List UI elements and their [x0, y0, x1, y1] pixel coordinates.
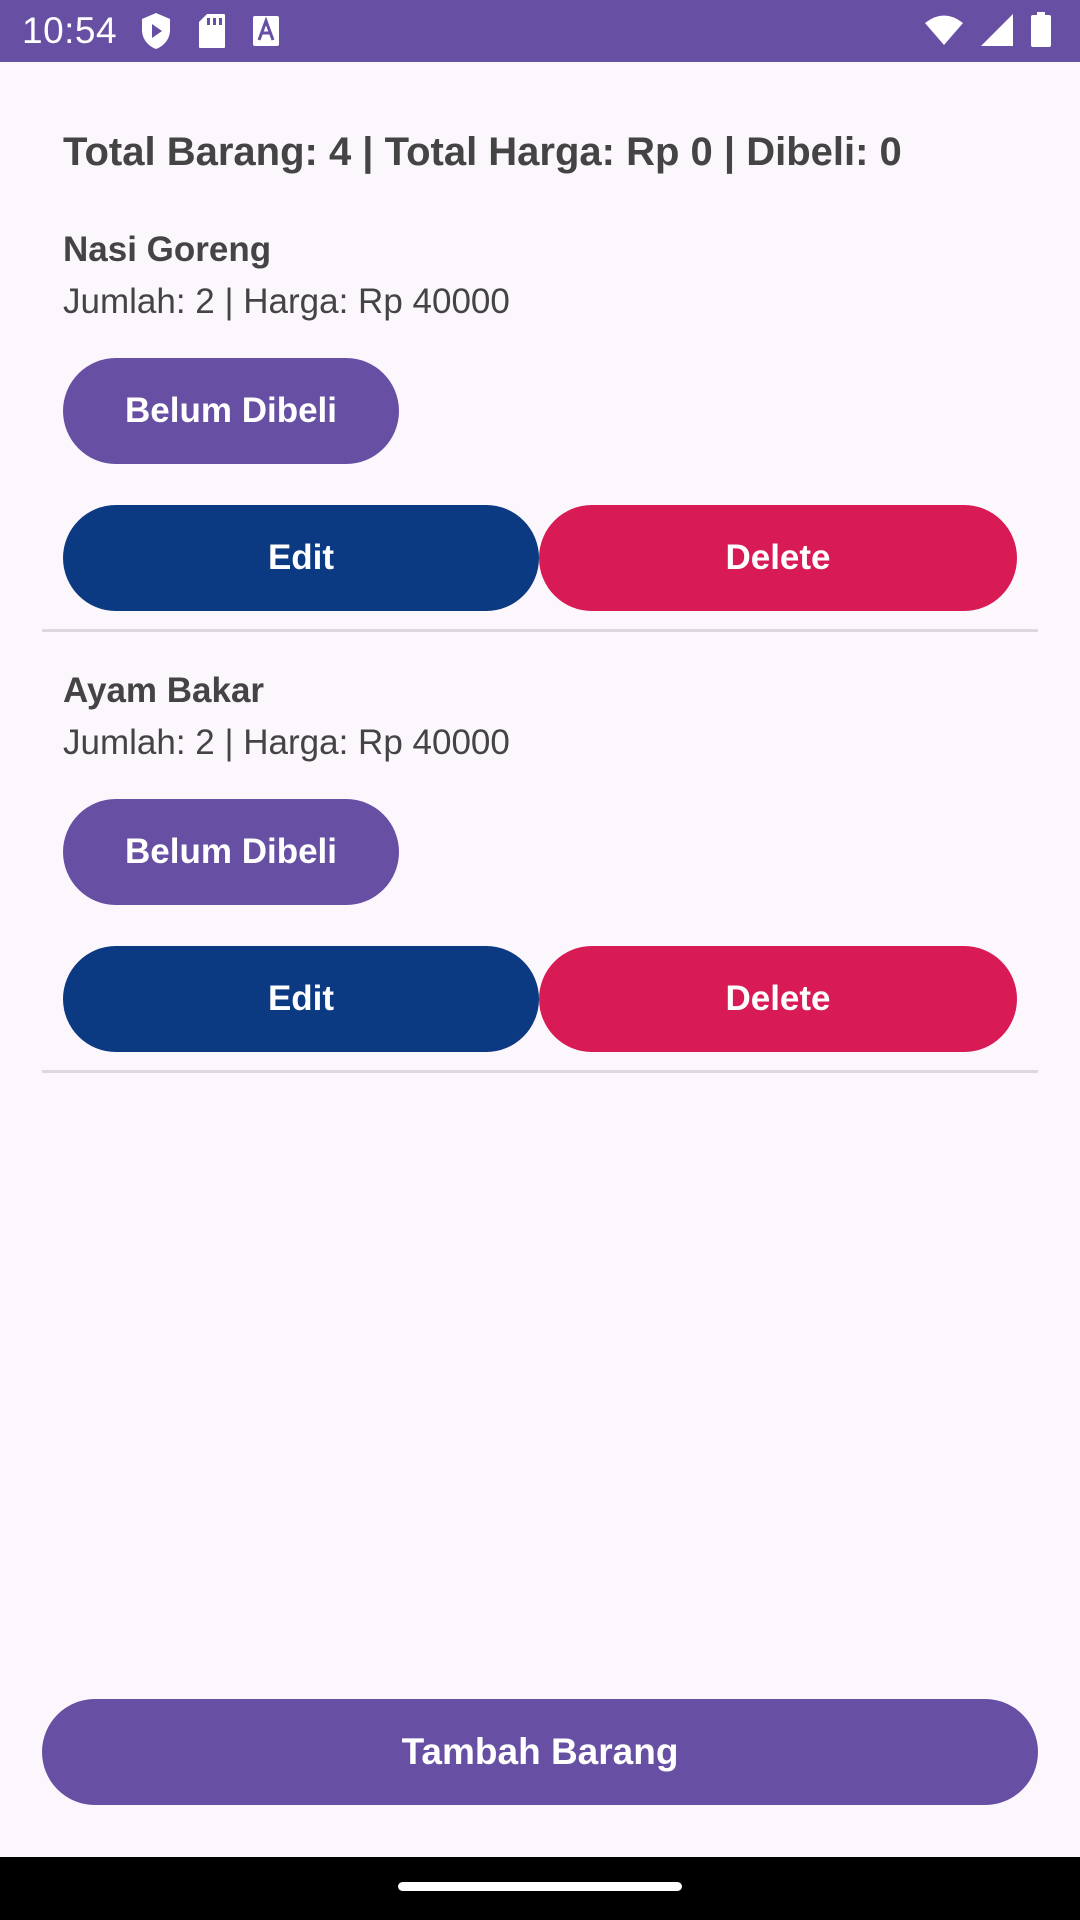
item-name: Nasi Goreng [63, 230, 272, 269]
delete-button[interactable]: Delete [539, 946, 1017, 1052]
list-item: Nasi Goreng Jumlah: 2 | Harga: Rp 40000 … [0, 230, 1080, 671]
purchase-status-button[interactable]: Belum Dibeli [63, 358, 399, 464]
item-details: Jumlah: 2 | Harga: Rp 40000 [63, 723, 510, 762]
battery-icon [1030, 12, 1052, 48]
purchase-status-button[interactable]: Belum Dibeli [63, 799, 399, 905]
cell-signal-icon [980, 13, 1014, 47]
wifi-icon [924, 14, 964, 46]
edit-button[interactable]: Edit [63, 946, 539, 1052]
status-time: 10:54 [22, 10, 118, 51]
navigation-bar [0, 1857, 1080, 1920]
status-right-icons [924, 12, 1052, 48]
summary-text: Total Barang: 4 | Total Harga: Rp 0 | Di… [63, 130, 902, 174]
home-indicator[interactable] [398, 1882, 682, 1891]
sd-card-icon [198, 13, 226, 49]
item-name: Ayam Bakar [63, 671, 265, 710]
delete-button[interactable]: Delete [539, 505, 1017, 611]
list-item: Ayam Bakar Jumlah: 2 | Harga: Rp 40000 B… [0, 671, 1080, 1112]
status-bar: 10:54 [0, 0, 1080, 62]
edit-button[interactable]: Edit [63, 505, 539, 611]
add-item-button[interactable]: Tambah Barang [42, 1699, 1038, 1805]
play-protect-icon [140, 12, 172, 50]
font-a-icon [252, 15, 280, 47]
item-details: Jumlah: 2 | Harga: Rp 40000 [63, 282, 510, 321]
item-divider [42, 629, 1038, 632]
status-left-icons [140, 12, 280, 50]
item-divider [42, 1070, 1038, 1073]
